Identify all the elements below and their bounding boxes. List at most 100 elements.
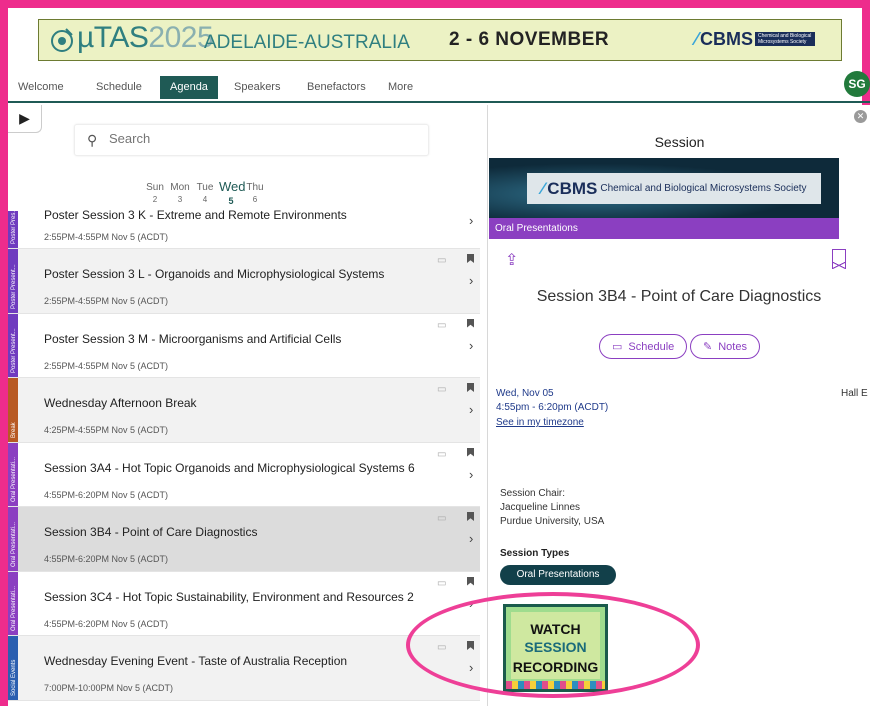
tab-welcome[interactable]: Welcome	[18, 81, 64, 93]
session-row[interactable]: Poster Pres... Poster Session 3 K - Extr…	[8, 207, 480, 249]
category-ribbon: Oral Presentations	[489, 218, 839, 239]
session-title: Wednesday Evening Event - Taste of Austr…	[44, 654, 348, 668]
calendar-icon[interactable]: ▭	[437, 578, 446, 589]
session-row[interactable]: Break Wednesday Afternoon Break 4:25PM-4…	[8, 378, 480, 443]
schedule-button[interactable]: ▭ Schedule	[599, 334, 688, 359]
chevron-right-icon[interactable]: ›	[469, 531, 473, 546]
session-time: 4:55PM-6:20PM Nov 5 (ACDT)	[44, 489, 169, 500]
day-number: 5	[228, 196, 234, 206]
share-icon[interactable]: ⇪	[505, 250, 518, 270]
session-title: Session 3A4 - Hot Topic Organoids and Mi…	[44, 460, 415, 475]
calendar-icon[interactable]: ▭	[437, 384, 446, 395]
category-label: Oral Presentati...	[11, 585, 17, 631]
category-stripe: Poster Present...	[8, 249, 18, 313]
session-types-label: Session Types	[500, 548, 570, 559]
tab-schedule[interactable]: Schedule	[96, 81, 142, 93]
session-time: 4:55pm - 6:20pm (ACDT)	[496, 402, 609, 413]
category-label: Oral Presentati...	[11, 456, 17, 502]
category-stripe: Oral Presentati...	[8, 507, 18, 571]
close-icon[interactable]: ✕	[854, 110, 867, 123]
bookmark-icon[interactable]	[467, 447, 474, 457]
category-stripe: Social Events	[8, 636, 18, 700]
calendar-icon[interactable]: ▭	[437, 320, 446, 331]
session-row[interactable]: Poster Present... Poster Session 3 M - M…	[8, 313, 480, 378]
chevron-right-icon[interactable]: ›	[469, 273, 473, 288]
session-title: Session 3B4 - Point of Care Diagnostics	[536, 288, 822, 305]
edit-icon: ✎	[703, 341, 713, 353]
category-stripe: Poster Present...	[8, 313, 18, 377]
bookmark-icon[interactable]	[467, 512, 474, 521]
chevron-right-icon[interactable]: ›	[469, 213, 473, 228]
chair-affiliation: Purdue University, USA	[500, 516, 605, 527]
category-label: Poster Present...	[11, 263, 17, 309]
play-icon: ▶	[19, 110, 30, 126]
event-dates: 2 - 6 NOVEMBER	[449, 29, 610, 50]
chevron-right-icon[interactable]: ›	[469, 402, 473, 417]
day-wed[interactable]: Wed 5	[219, 179, 246, 206]
tab-more[interactable]: More	[388, 81, 413, 93]
session-time: 4:25PM-4:55PM Nov 5 (ACDT)	[44, 425, 169, 435]
bookmark-icon[interactable]	[831, 249, 846, 269]
tab-benefactors[interactable]: Benefactors	[307, 81, 366, 93]
session-time: 4:55PM-6:20PM Nov 5 (ACDT)	[44, 554, 169, 564]
highlight-oval	[406, 592, 700, 698]
search-box[interactable]: ⚲	[74, 124, 429, 156]
session-time: 2:55PM-4:55PM Nov 5 (ACDT)	[44, 232, 169, 242]
calendar-icon[interactable]: ▭	[437, 513, 446, 524]
dna-icon: ⁄	[541, 178, 545, 198]
chevron-right-icon[interactable]: ›	[469, 338, 473, 353]
tab-speakers[interactable]: Speakers	[234, 81, 280, 93]
day-tue[interactable]: Tue 4	[193, 182, 217, 204]
notes-button[interactable]: ✎ Notes	[690, 334, 760, 359]
category-stripe: Break	[8, 378, 18, 442]
calendar-icon[interactable]: ▭	[437, 255, 446, 266]
bookmark-icon[interactable]	[467, 318, 474, 328]
tab-agenda[interactable]: Agenda	[160, 76, 218, 99]
category-label: Poster Pres...	[11, 207, 17, 244]
day-number: 6	[252, 195, 258, 204]
sponsor-logo: ⁄ CBMS Chemical and Biological Microsyst…	[695, 26, 816, 52]
detail-header: Session	[654, 134, 705, 150]
notes-label: Notes	[718, 340, 747, 353]
day-name: Sun	[146, 182, 164, 193]
session-row[interactable]: Oral Presentati... Session 3A4 - Hot Top…	[8, 442, 480, 507]
session-title: Poster Session 3 K - Extreme and Remote …	[44, 208, 347, 222]
event-location: ADELAIDE-AUSTRALIA	[204, 32, 410, 53]
event-logo-icon	[51, 28, 73, 52]
bookmark-icon[interactable]	[467, 254, 474, 263]
dna-icon: ⁄	[695, 28, 699, 49]
timezone-link[interactable]: See in my timezone	[496, 417, 584, 428]
bookmark-icon[interactable]	[467, 383, 474, 392]
day-number: 3	[177, 195, 183, 204]
session-row-selected[interactable]: Oral Presentati... Session 3B4 - Point o…	[8, 507, 480, 572]
category-stripe: Oral Presentati...	[8, 442, 18, 506]
session-row[interactable]: Oral Presentati... Session 3C4 - Hot Top…	[8, 571, 480, 636]
user-avatar[interactable]: SG	[844, 71, 870, 97]
event-prefix: µTAS	[77, 21, 149, 54]
session-title: Session 3C4 - Hot Topic Sustainability, …	[44, 589, 414, 604]
event-banner[interactable]: µTAS2025 ADELAIDE-AUSTRALIA 2 - 6 NOVEMB…	[38, 19, 842, 61]
chair-name: Jacqueline Linnes	[500, 502, 581, 513]
bookmark-icon[interactable]	[467, 576, 474, 586]
category-label: Poster Present...	[11, 328, 17, 373]
day-name: Wed	[219, 179, 246, 194]
session-time: 4:55PM-6:20PM Nov 5 (ACDT)	[44, 618, 169, 629]
calendar-icon[interactable]: ▭	[437, 449, 446, 460]
session-row[interactable]: Poster Present... Poster Session 3 L - O…	[8, 249, 480, 314]
session-type-badge[interactable]: Oral Presentations	[500, 565, 616, 585]
session-chair: Session Chair: Jacqueline Linnes Purdue …	[500, 487, 604, 529]
day-number: 4	[202, 195, 208, 204]
session-date: Wed, Nov 05	[496, 388, 554, 399]
session-title: Session 3B4 - Point of Care Diagnostics	[44, 525, 258, 539]
sponsor-name: CBMS	[700, 28, 754, 49]
day-thu[interactable]: Thu 6	[243, 182, 267, 204]
day-mon[interactable]: Mon 3	[168, 182, 192, 204]
chevron-right-icon[interactable]: ›	[469, 467, 473, 482]
expand-panel-button[interactable]: ▶	[8, 105, 42, 133]
calendar-icon: ▭	[612, 341, 623, 353]
category-label: Social Events	[11, 659, 17, 696]
day-sun[interactable]: Sun 2	[143, 182, 167, 204]
search-input[interactable]	[109, 131, 409, 146]
chair-label: Session Chair:	[500, 488, 566, 499]
sponsor-subtitle: Chemical and Biological Microsystems Soc…	[755, 32, 816, 46]
